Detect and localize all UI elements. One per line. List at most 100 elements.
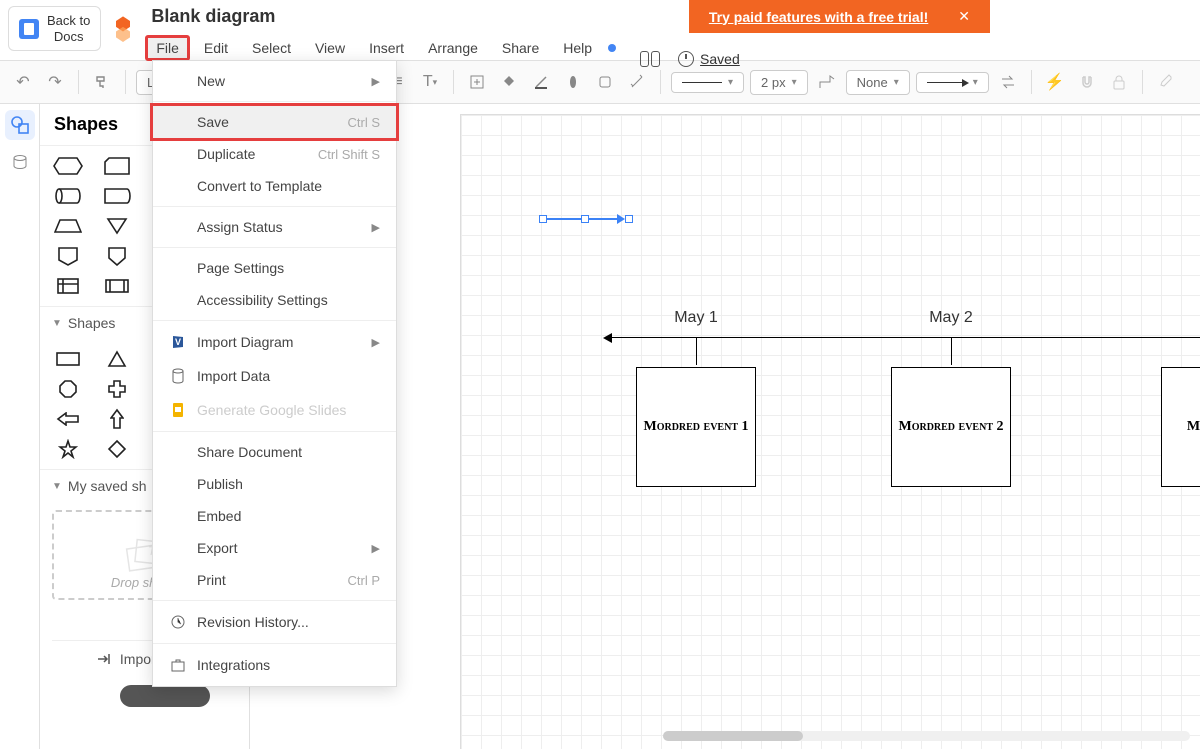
event-box[interactable]: Mordred event 2	[891, 367, 1011, 487]
menu-select[interactable]: Select	[242, 36, 301, 60]
fill-color-button[interactable]	[496, 69, 522, 95]
shape-internal-storage[interactable]	[50, 274, 86, 298]
menu-item-new[interactable]: New▶	[153, 65, 396, 97]
menu-view[interactable]: View	[305, 36, 355, 60]
selection-handle[interactable]	[539, 215, 547, 223]
menu-item-export[interactable]: Export▶	[153, 532, 396, 564]
chevron-down-icon: ▼	[52, 318, 62, 329]
shape-hexagon[interactable]	[50, 154, 86, 178]
line-style-select[interactable]: ▾	[671, 72, 744, 93]
slides-icon	[169, 401, 187, 419]
chevron-right-icon: ▶	[372, 221, 380, 234]
shape-cross[interactable]	[99, 377, 135, 401]
shape-display[interactable]	[99, 184, 135, 208]
shape-triangle[interactable]	[99, 347, 135, 371]
file-menu-dropdown: New▶ SaveCtrl S DuplicateCtrl Shift S Co…	[152, 60, 397, 687]
selection-handle[interactable]	[581, 215, 589, 223]
format-painter-button[interactable]	[89, 69, 115, 95]
menu-edit[interactable]: Edit	[194, 36, 238, 60]
briefcase-icon	[169, 656, 187, 674]
timeline-axis[interactable]: May 1 May 2	[611, 337, 1200, 338]
menu-item-embed[interactable]: Embed	[153, 500, 396, 532]
shape-fill-button[interactable]	[560, 69, 586, 95]
menu-item-share-document[interactable]: Share Document	[153, 436, 396, 468]
swap-arrows-button[interactable]	[995, 69, 1021, 95]
arrow-end-select[interactable]: ▾	[916, 72, 989, 93]
menu-item-integrations[interactable]: Integrations	[153, 648, 396, 682]
shape-arrow-up[interactable]	[99, 407, 135, 431]
document-title[interactable]: Blank diagram	[145, 6, 1192, 27]
shape-diamond[interactable]	[99, 437, 135, 461]
shape-shield[interactable]	[99, 244, 135, 268]
lucidchart-logo-icon	[109, 14, 137, 42]
shape-triangle-down[interactable]	[99, 214, 135, 238]
menu-item-duplicate[interactable]: DuplicateCtrl Shift S	[153, 138, 396, 170]
line-width-select[interactable]: 2 px▾	[750, 70, 808, 95]
shapes-rail-button[interactable]	[5, 110, 35, 140]
lock-button[interactable]	[1106, 69, 1132, 95]
left-rail	[0, 104, 40, 749]
chevron-right-icon: ▶	[372, 542, 380, 555]
saved-status[interactable]: Saved	[678, 51, 740, 67]
menu-item-publish[interactable]: Publish	[153, 468, 396, 500]
back-to-docs-button[interactable]: Back toDocs	[8, 6, 101, 51]
menu-item-convert-template[interactable]: Convert to Template	[153, 170, 396, 202]
header: Back toDocs Blank diagram File Edit Sele…	[0, 0, 1200, 60]
settings-button[interactable]	[1153, 69, 1179, 95]
shape-offpage[interactable]	[50, 244, 86, 268]
selected-arrow-shape[interactable]	[541, 215, 631, 223]
shape-options-button[interactable]	[592, 69, 618, 95]
menu-item-import-data[interactable]: Import Data	[153, 359, 396, 393]
menu-item-import-diagram[interactable]: VImport Diagram▶	[153, 325, 396, 359]
trial-banner-text[interactable]: Try paid features with a free trial!	[709, 9, 928, 25]
scrollbar-thumb[interactable]	[663, 731, 803, 741]
text-options-button[interactable]: T▾	[417, 69, 443, 95]
line-color-button[interactable]	[528, 69, 554, 95]
event-box[interactable]: Mor	[1161, 367, 1200, 487]
menu-help[interactable]: Help	[553, 36, 602, 60]
binoculars-icon[interactable]	[640, 51, 660, 67]
menu-item-print[interactable]: PrintCtrl P	[153, 564, 396, 596]
visio-icon: V	[169, 333, 187, 351]
close-icon[interactable]: ✕	[958, 8, 970, 25]
menu-arrange[interactable]: Arrange	[418, 36, 488, 60]
chevron-right-icon: ▶	[372, 336, 380, 349]
line-path-button[interactable]	[814, 69, 840, 95]
redo-button[interactable]: ↷	[42, 69, 68, 95]
shape-trapezoid[interactable]	[50, 214, 86, 238]
add-shape-button[interactable]	[464, 69, 490, 95]
menu-item-page-settings[interactable]: Page Settings	[153, 252, 396, 284]
shape-cylinder-h[interactable]	[50, 184, 86, 208]
magnet-button[interactable]	[1074, 69, 1100, 95]
chevron-down-icon: ▼	[52, 481, 62, 492]
menu-item-save[interactable]: SaveCtrl S	[150, 103, 399, 141]
trial-banner[interactable]: Try paid features with a free trial! ✕	[689, 0, 990, 33]
undo-button[interactable]: ↶	[10, 69, 36, 95]
svg-text:V: V	[175, 337, 181, 347]
canvas-grid[interactable]: May 1 May 2 Mordred event 1 Mordred even…	[460, 114, 1200, 749]
shape-star[interactable]	[50, 437, 86, 461]
shape-arrow-left[interactable]	[50, 407, 86, 431]
magic-button[interactable]	[624, 69, 650, 95]
horizontal-scrollbar[interactable]	[663, 731, 1190, 741]
selection-handle[interactable]	[625, 215, 633, 223]
shape-card[interactable]	[99, 154, 135, 178]
menu-item-revision-history[interactable]: Revision History...	[153, 605, 396, 639]
data-rail-button[interactable]	[5, 148, 35, 178]
menu-item-accessibility[interactable]: Accessibility Settings	[153, 284, 396, 316]
menu-insert[interactable]: Insert	[359, 36, 414, 60]
shape-octagon[interactable]	[50, 377, 86, 401]
event-box[interactable]: Mordred event 1	[636, 367, 756, 487]
menu-file[interactable]: File	[145, 35, 190, 61]
arrow-start-select[interactable]: None▾	[846, 70, 910, 95]
shape-predefined[interactable]	[99, 274, 135, 298]
clock-icon	[678, 51, 694, 67]
timeline-tick-label: May 2	[929, 309, 973, 327]
shape-rectangle[interactable]	[50, 347, 86, 371]
flash-button[interactable]: ⚡	[1042, 69, 1068, 95]
menu-item-assign-status[interactable]: Assign Status▶	[153, 211, 396, 243]
timeline-tick-label: May 1	[674, 309, 718, 327]
database-icon	[169, 367, 187, 385]
menu-share[interactable]: Share	[492, 36, 549, 60]
chevron-right-icon: ▶	[372, 75, 380, 88]
